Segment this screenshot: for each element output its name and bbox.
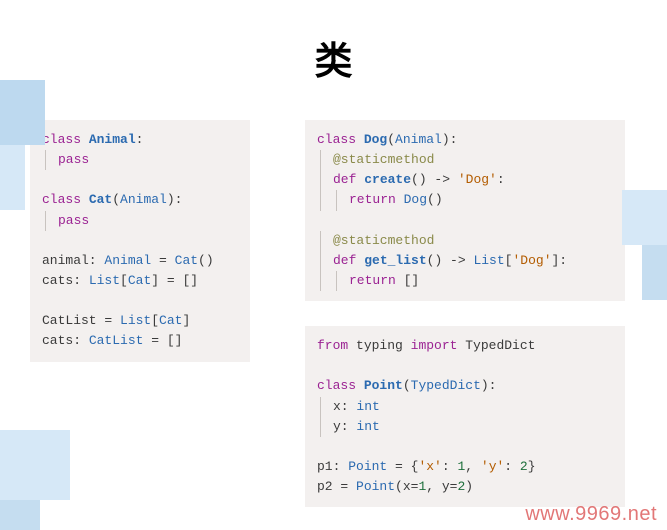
text: x: xyxy=(333,399,356,414)
class-name: Cat xyxy=(89,192,112,207)
text: : xyxy=(442,459,458,474)
string: 'y' xyxy=(481,459,504,474)
type-ref: Cat xyxy=(175,253,198,268)
type-ref: int xyxy=(356,419,379,434)
text: ( xyxy=(403,378,411,393)
text: : xyxy=(497,172,505,187)
type-ref: TypedDict xyxy=(411,378,481,393)
type-ref: Cat xyxy=(128,273,151,288)
text: p1: xyxy=(317,459,348,474)
text: p2 = xyxy=(317,479,356,494)
class-name: Dog xyxy=(364,132,387,147)
text: , xyxy=(465,459,481,474)
type-ref: int xyxy=(356,399,379,414)
class-name: Point xyxy=(364,378,403,393)
text: typing xyxy=(348,338,410,353)
string: 'Dog' xyxy=(512,253,551,268)
keyword: def xyxy=(333,253,356,268)
text: ): xyxy=(442,132,458,147)
string: 'x' xyxy=(418,459,441,474)
text: cats: xyxy=(42,333,89,348)
decorator: @staticmethod xyxy=(333,233,434,248)
decorator: @staticmethod xyxy=(333,152,434,167)
bg-decor xyxy=(622,190,667,245)
text: (x= xyxy=(395,479,418,494)
keyword: return xyxy=(349,273,396,288)
type-ref: Point xyxy=(348,459,387,474)
text: ) xyxy=(465,479,473,494)
bg-decor xyxy=(642,245,667,300)
code-block-right-top: class Dog(Animal): @staticmethod def cre… xyxy=(305,120,625,301)
text: y: xyxy=(333,419,356,434)
number: 2 xyxy=(520,459,528,474)
watermark: www.9969.net xyxy=(525,503,657,526)
content-area: class Animal: pass class Cat(Animal): pa… xyxy=(0,120,667,507)
text: , y= xyxy=(426,479,457,494)
type-ref: List xyxy=(473,253,504,268)
keyword: class xyxy=(42,192,81,207)
bg-decor xyxy=(0,430,70,500)
text: ( xyxy=(112,192,120,207)
slide-title: 类 xyxy=(0,30,667,85)
text: cats: xyxy=(42,273,89,288)
text: : xyxy=(136,132,144,147)
text: ]: xyxy=(552,253,568,268)
keyword: pass xyxy=(58,213,89,228)
type-ref: List xyxy=(120,313,151,328)
text: () xyxy=(427,192,443,207)
text: () xyxy=(198,253,214,268)
bg-decor xyxy=(0,500,40,530)
text: ] xyxy=(182,313,190,328)
type-ref: Animal xyxy=(395,132,442,147)
text: ): xyxy=(481,378,497,393)
text: CatList = xyxy=(42,313,120,328)
string: 'Dog' xyxy=(458,172,497,187)
text: = [] xyxy=(143,333,182,348)
class-name: Animal xyxy=(89,132,136,147)
keyword: from xyxy=(317,338,348,353)
keyword: import xyxy=(411,338,458,353)
text xyxy=(396,192,404,207)
keyword: pass xyxy=(58,152,89,167)
type-ref: Cat xyxy=(159,313,182,328)
text: ): xyxy=(167,192,183,207)
type-ref: Animal xyxy=(104,253,151,268)
function-name: get_list xyxy=(364,253,426,268)
text: } xyxy=(528,459,536,474)
text: () -> xyxy=(411,172,458,187)
text: ] = [] xyxy=(151,273,198,288)
bg-decor xyxy=(0,145,25,210)
type-ref: List xyxy=(89,273,120,288)
type-ref: Dog xyxy=(404,192,427,207)
right-column: class Dog(Animal): @staticmethod def cre… xyxy=(305,120,625,507)
keyword: class xyxy=(317,132,356,147)
text: = xyxy=(151,253,174,268)
type-ref: CatList xyxy=(89,333,144,348)
function-name: create xyxy=(364,172,411,187)
keyword: return xyxy=(349,192,396,207)
text: ( xyxy=(387,132,395,147)
keyword: class xyxy=(317,378,356,393)
bg-decor xyxy=(0,80,45,145)
text: animal: xyxy=(42,253,104,268)
text: () -> xyxy=(427,253,474,268)
keyword: class xyxy=(42,132,81,147)
text: [ xyxy=(120,273,128,288)
text: [] xyxy=(396,273,419,288)
text: = { xyxy=(387,459,418,474)
keyword: def xyxy=(333,172,356,187)
type-ref: Animal xyxy=(120,192,167,207)
code-block-left: class Animal: pass class Cat(Animal): pa… xyxy=(30,120,250,362)
type-ref: Point xyxy=(356,479,395,494)
text: TypedDict xyxy=(457,338,535,353)
code-block-right-bottom: from typing import TypedDict class Point… xyxy=(305,326,625,507)
text: : xyxy=(504,459,520,474)
text: [ xyxy=(151,313,159,328)
